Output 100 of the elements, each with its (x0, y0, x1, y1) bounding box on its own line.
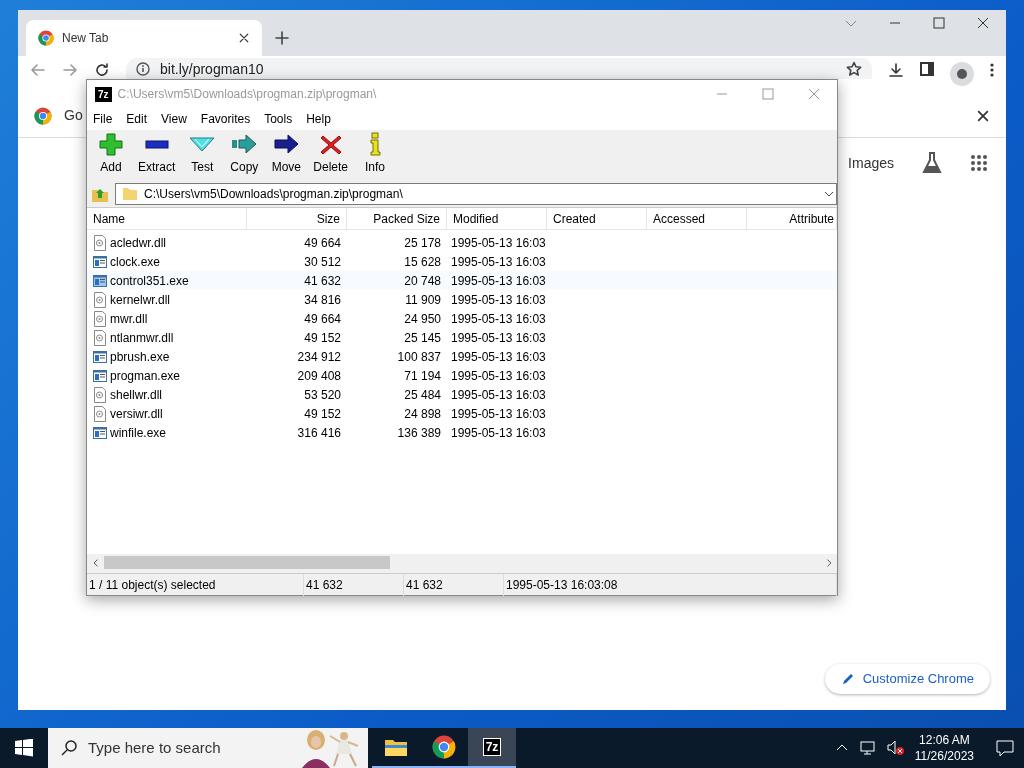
taskbar-app[interactable]: 7z (468, 728, 516, 768)
table-cell-text: 11 909 (404, 291, 442, 309)
clock-date[interactable]: 11/26/2023 (914, 748, 974, 764)
toolbar-button[interactable]: Add (91, 132, 131, 176)
clock-time[interactable]: 12:06 AM (919, 732, 970, 748)
bookmark-text[interactable]: Go (64, 105, 83, 126)
file-row[interactable]: clock.exe 30 512 15 628 1995-05-13 16:03 (87, 252, 837, 271)
table-cell-text: 1995-05-13 16:03 (450, 348, 547, 366)
toolbar-button[interactable]: Copy (224, 132, 265, 176)
url-text: bit.ly/progman10 (160, 60, 265, 77)
column-header[interactable]: Accessed (647, 208, 747, 229)
menu-item[interactable]: View (161, 110, 187, 128)
toolbar-button[interactable]: Delete (308, 132, 354, 176)
table-cell-text: 1995-05-13 16:03 (450, 405, 547, 423)
menu-item[interactable]: Edit (126, 110, 148, 128)
menu-item[interactable]: Tools (264, 110, 293, 128)
reload-icon[interactable] (94, 62, 110, 78)
file-name: acledwr.dll (110, 234, 167, 252)
status-text: 1 / 11 object(s) selected (87, 573, 304, 596)
folder-icon (122, 187, 138, 201)
browser-tab[interactable]: New Tab (26, 20, 262, 56)
plus-icon[interactable] (274, 30, 290, 46)
info-icon (136, 61, 150, 76)
star-icon[interactable] (846, 60, 862, 77)
folder-icon (384, 737, 408, 757)
status-text: 1995-05-13 16:03:08 (504, 573, 837, 596)
profile-icon[interactable] (950, 62, 974, 86)
window-title: C:\Users\vm5\Downloads\progman.zip\progman\ (117, 86, 378, 103)
menu-item[interactable]: Favorites (200, 110, 251, 128)
close-icon[interactable] (976, 16, 990, 30)
file-name: kernelwr.dll (110, 291, 171, 309)
speaker-muted-icon[interactable] (886, 740, 905, 756)
address-bar[interactable]: bit.ly/progman10 (126, 58, 872, 79)
more-icon[interactable] (990, 62, 994, 78)
table-cell-text: 53 520 (303, 386, 342, 404)
file-name: shellwr.dll (110, 386, 163, 404)
gear-file-icon (93, 405, 107, 422)
file-name: control351.exe (110, 272, 189, 290)
column-header[interactable]: Packed Size (347, 208, 447, 229)
close-icon[interactable] (976, 108, 990, 123)
file-row[interactable]: progman.exe 209 408 71 194 1995-05-13 16:03 (87, 366, 837, 385)
notification-icon[interactable] (996, 739, 1014, 757)
menu-item[interactable]: File (93, 110, 113, 128)
gear-file-icon (93, 386, 107, 403)
table-cell-text: 49 152 (303, 329, 342, 347)
table-cell-text: 1995-05-13 16:03 (450, 291, 547, 309)
column-header[interactable]: Created (547, 208, 647, 229)
file-name: progman.exe (110, 367, 181, 385)
maximize-icon[interactable] (932, 16, 946, 30)
window-icon (93, 349, 107, 364)
chrome-icon (38, 30, 54, 46)
close-icon[interactable] (238, 32, 250, 44)
customize-chrome-button[interactable]: Customize Chrome (824, 664, 990, 694)
file-row[interactable]: versiwr.dll 49 152 24 898 1995-05-13 16:03 (87, 404, 837, 423)
toolbar-button[interactable]: Extract (133, 132, 181, 176)
horizontal-scrollbar[interactable] (87, 554, 837, 571)
path-field[interactable]: C:\Users\vm5\Downloads\progman.zip\progman\ (115, 183, 837, 205)
column-header[interactable]: Name (87, 208, 247, 229)
file-row[interactable]: pbrush.exe 234 912 100 837 1995-05-13 16:03 (87, 347, 837, 366)
network-icon[interactable] (858, 740, 877, 756)
table-cell-text: 20 748 (403, 272, 442, 290)
table-cell-text: 15 628 (403, 253, 442, 271)
gear-file-icon (93, 234, 107, 251)
file-row[interactable]: kernelwr.dll 34 816 11 909 1995-05-13 16:03 (87, 290, 837, 309)
status-text: 41 632 (304, 573, 404, 596)
flask-icon[interactable] (922, 152, 942, 174)
windows-logo-icon[interactable] (15, 739, 33, 757)
search-placeholder: Type here to search (88, 737, 222, 758)
forward-arrow-icon[interactable] (62, 62, 78, 78)
toolbar-button[interactable]: Move (266, 132, 307, 176)
back-arrow-icon[interactable] (30, 62, 46, 78)
file-row[interactable]: acledwr.dll 49 664 25 178 1995-05-13 16:03 (87, 233, 837, 252)
file-row[interactable]: mwr.dll 49 664 24 950 1995-05-13 16:03 (87, 309, 837, 328)
table-cell-text: 1995-05-13 16:03 (450, 310, 547, 328)
toolbar-button[interactable]: Test (182, 132, 223, 176)
table-cell-text: 34 816 (303, 291, 342, 309)
path-text: C:\Users\vm5\Downloads\progman.zip\progman\ (144, 186, 404, 203)
file-row[interactable]: control351.exe 41 632 20 748 1995-05-13 16:03 (87, 271, 837, 290)
table-cell-text: 316 416 (296, 424, 342, 442)
window-icon (93, 368, 107, 383)
file-row[interactable]: shellwr.dll 53 520 25 484 1995-05-13 16:03 (87, 385, 837, 404)
column-header[interactable]: Attribute (747, 208, 837, 229)
gear-file-icon (93, 329, 107, 346)
file-row[interactable]: ntlanmwr.dll 49 152 25 145 1995-05-13 16:03 (87, 328, 837, 347)
images-link[interactable]: Images (848, 152, 894, 174)
side-panel-icon[interactable] (920, 62, 934, 76)
table-cell-text: 1995-05-13 16:03 (450, 234, 547, 252)
apps-grid-icon[interactable] (970, 154, 988, 172)
table-cell-text: 41 632 (303, 272, 342, 290)
toolbar-button[interactable]: Info (355, 132, 396, 176)
download-icon[interactable] (888, 62, 904, 78)
file-row[interactable]: winfile.exe 316 416 136 389 1995-05-13 16:03 (87, 423, 837, 442)
scrollbar-thumb[interactable] (104, 556, 390, 569)
file-name: versiwr.dll (110, 405, 163, 423)
menu-item[interactable]: Help (306, 110, 331, 128)
column-header[interactable]: Size (247, 208, 347, 229)
gear-file-icon (93, 310, 107, 327)
table-cell-text: 1995-05-13 16:03 (450, 367, 547, 385)
table-cell-text: 49 664 (303, 234, 342, 252)
column-header[interactable]: Modified (447, 208, 547, 229)
